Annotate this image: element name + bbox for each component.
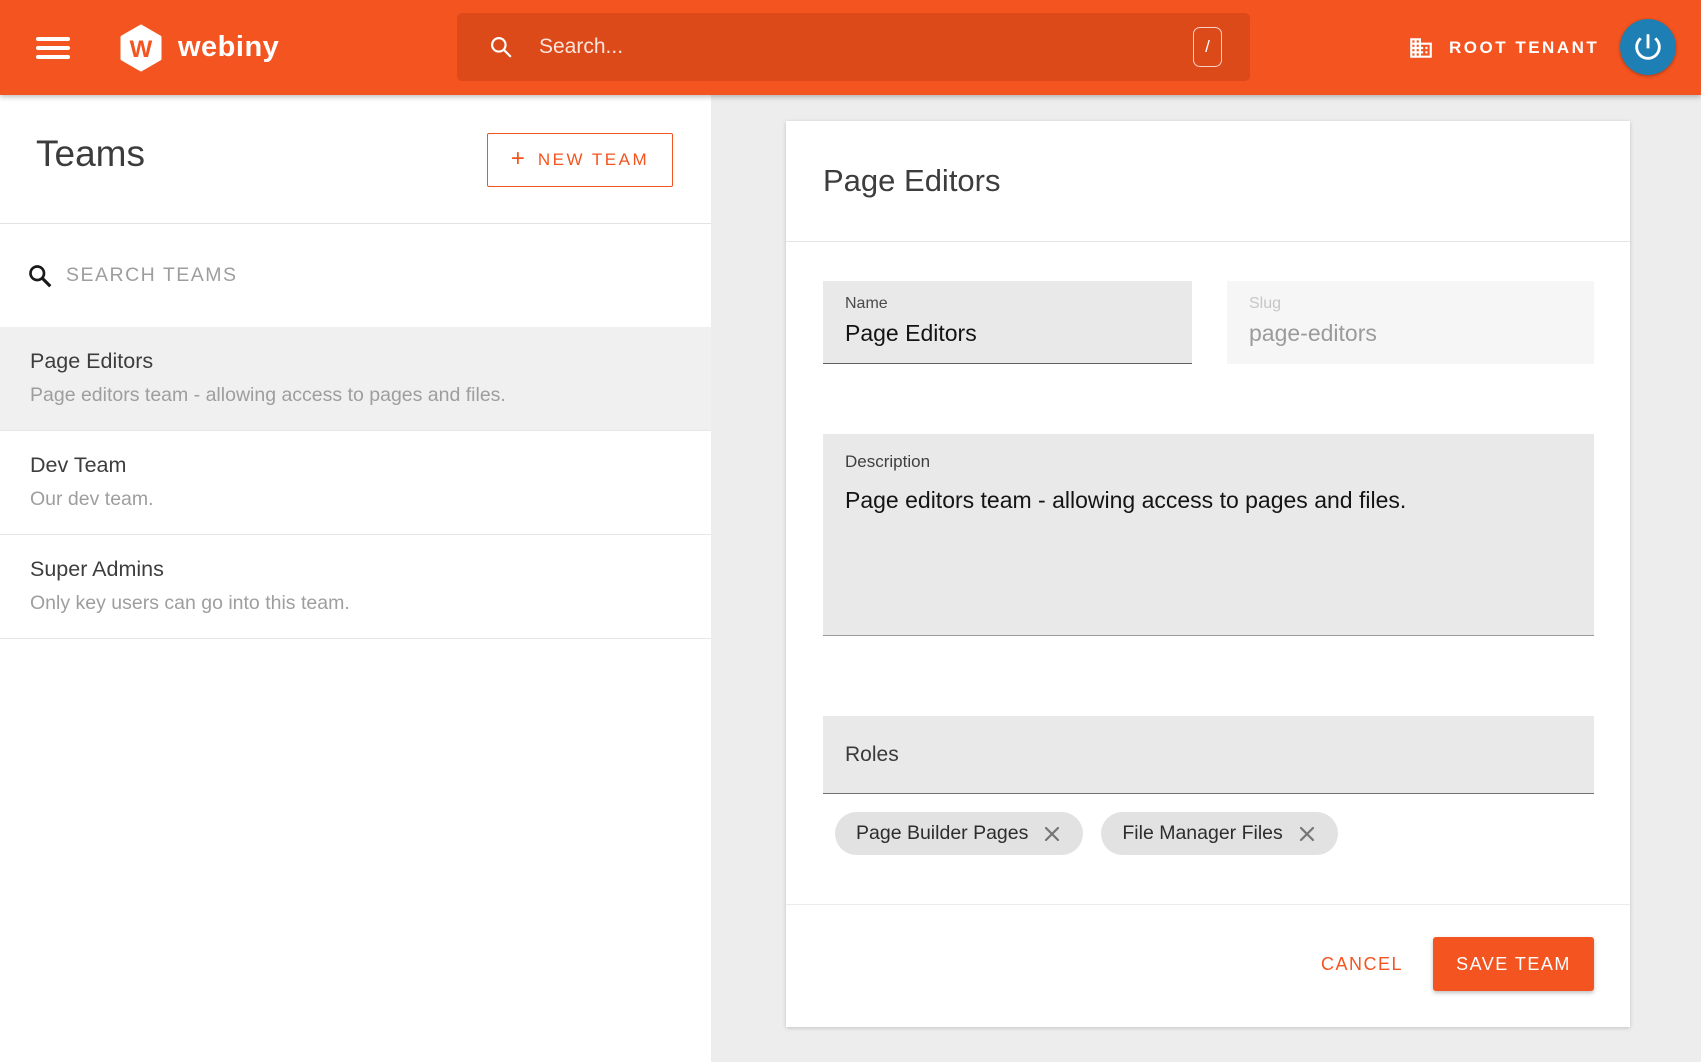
name-field[interactable]: Name Page Editors [823,281,1192,364]
team-list-item[interactable]: Super Admins Only key users can go into … [0,535,711,639]
role-chip[interactable]: File Manager Files [1101,812,1337,855]
teams-panel: Teams + NEW TEAM SEARCH TEAMS Page Edito… [0,95,711,1062]
team-name: Dev Team [30,451,681,479]
plus-icon: + [511,145,525,173]
svg-text:W: W [130,36,153,63]
close-icon[interactable] [1042,824,1062,844]
avatar[interactable] [1620,19,1676,75]
cancel-button[interactable]: CANCEL [1321,937,1403,991]
team-form-card: Page Editors Name Page Editors Slug page… [786,121,1630,1027]
global-search-placeholder: Search... [539,35,623,59]
close-icon[interactable] [1297,824,1317,844]
slug-value: page-editors [1249,320,1377,347]
tenant-label: ROOT TENANT [1449,38,1599,58]
form-title: Page Editors [823,163,1001,199]
menu-icon[interactable] [36,37,70,59]
team-description: Our dev team. [30,488,681,511]
save-team-button[interactable]: SAVE TEAM [1433,937,1594,991]
app-root: W webiny Search... / ROOT TENANT [0,0,1701,1062]
team-list: Page Editors Page editors team - allowin… [0,327,711,639]
role-chip-label: Page Builder Pages [856,822,1028,845]
page-title: Teams [36,133,145,175]
teams-panel-header: Teams + NEW TEAM [0,95,711,224]
content-area: Page Editors Name Page Editors Slug page… [711,95,1701,1062]
slug-field: Slug page-editors [1227,281,1594,364]
teams-search-bar: SEARCH TEAMS [0,224,711,327]
tenant-selector[interactable]: ROOT TENANT [1408,0,1599,95]
role-chip-label: File Manager Files [1122,822,1282,845]
description-label: Description [845,452,930,472]
description-value: Page editors team - allowing access to p… [845,487,1406,514]
global-search-input[interactable]: Search... / [457,13,1250,81]
new-team-button-label: NEW TEAM [538,150,649,170]
slug-label: Slug [1249,295,1281,313]
power-icon [1631,30,1665,64]
webiny-logo-icon: W [119,24,163,72]
footer-divider [786,904,1630,905]
roles-field[interactable]: Roles [823,716,1594,794]
top-bar: W webiny Search... / ROOT TENANT [0,0,1701,95]
team-description: Only key users can go into this team. [30,592,681,615]
teams-search-input[interactable]: SEARCH TEAMS [66,224,238,327]
team-name: Super Admins [30,555,681,583]
slash-shortcut-badge: / [1193,27,1222,67]
search-icon [26,262,53,289]
team-list-item[interactable]: Dev Team Our dev team. [0,431,711,535]
team-description: Page editors team - allowing access to p… [30,384,681,407]
building-icon [1408,35,1434,61]
form-header: Page Editors [786,121,1630,242]
name-value: Page Editors [845,320,977,347]
roles-label: Roles [845,716,899,794]
description-field[interactable]: Description Page editors team - allowing… [823,434,1594,636]
team-list-item[interactable]: Page Editors Page editors team - allowin… [0,327,711,431]
role-chip[interactable]: Page Builder Pages [835,812,1083,855]
team-name: Page Editors [30,347,681,375]
webiny-wordmark: webiny [178,31,279,64]
new-team-button[interactable]: + NEW TEAM [487,133,673,187]
webiny-logo[interactable]: W webiny [119,0,279,95]
search-icon [488,34,514,60]
role-chips: Page Builder Pages File Manager Files [835,812,1338,855]
name-label: Name [845,295,888,313]
